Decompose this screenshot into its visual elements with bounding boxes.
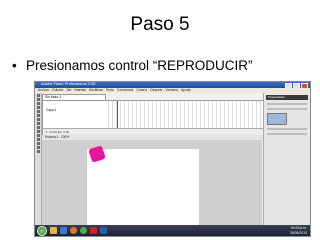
color-swatch[interactable] bbox=[267, 113, 287, 125]
panel-header[interactable]: Propiedades bbox=[266, 95, 308, 100]
menu-ver[interactable]: Ver bbox=[66, 88, 71, 93]
menu-depurar[interactable]: Depurar bbox=[150, 88, 162, 93]
taskbar: 04:33 p.m. 30/06/2013 bbox=[35, 225, 310, 236]
stage[interactable] bbox=[87, 149, 199, 225]
selection-tool-icon[interactable] bbox=[36, 94, 40, 97]
slide-title: Paso 5 bbox=[130, 14, 190, 35]
window-title: Adobe Flash Professional CS5 bbox=[41, 81, 96, 86]
frame-grid[interactable] bbox=[105, 101, 263, 129]
flash-screenshot: Adobe Flash Professional CS5 Archivo Edi… bbox=[34, 81, 311, 237]
media-icon[interactable] bbox=[60, 227, 67, 234]
transform-tool-icon[interactable] bbox=[36, 102, 40, 105]
timeline-controls: 1 24.00 fps 0.0s bbox=[43, 128, 263, 135]
frame-rate: 24.00 fps bbox=[49, 130, 62, 134]
menu-control[interactable]: Control bbox=[136, 88, 147, 93]
scene-label[interactable]: Escena 1 bbox=[45, 135, 58, 139]
line-tool-icon[interactable] bbox=[36, 118, 40, 121]
menu-comandos[interactable]: Comandos bbox=[117, 88, 133, 93]
menu-insertar[interactable]: Insertar bbox=[75, 88, 87, 93]
subselect-tool-icon[interactable] bbox=[36, 98, 40, 101]
flash-icon[interactable] bbox=[90, 227, 97, 234]
hand-tool-icon[interactable] bbox=[36, 146, 40, 149]
bullet-item: • Presionamos control “REPRODUCIR” bbox=[12, 58, 253, 73]
zoom-level[interactable]: 100% bbox=[61, 135, 69, 139]
tools-panel bbox=[35, 93, 42, 225]
bucket-tool-icon[interactable] bbox=[36, 134, 40, 137]
rectangle-tool-icon[interactable] bbox=[36, 122, 40, 125]
properties-panel: Propiedades bbox=[263, 93, 310, 225]
menu-ventana[interactable]: Ventana bbox=[166, 88, 178, 93]
menu-edicion[interactable]: Edición bbox=[52, 88, 63, 93]
pen-tool-icon[interactable] bbox=[36, 110, 40, 113]
menu-modificar[interactable]: Modificar bbox=[89, 88, 103, 93]
explorer-icon[interactable] bbox=[50, 227, 57, 234]
workspace bbox=[42, 140, 262, 225]
start-orb-icon[interactable] bbox=[37, 225, 47, 236]
bullet-text: Presionamos control “REPRODUCIR” bbox=[26, 58, 253, 73]
current-frame: 1 bbox=[46, 130, 48, 134]
firefox-icon[interactable] bbox=[70, 227, 77, 234]
eraser-tool-icon[interactable] bbox=[36, 142, 40, 145]
chrome-icon[interactable] bbox=[80, 227, 87, 234]
lasso-tool-icon[interactable] bbox=[36, 106, 40, 109]
clock-time: 04:33 p.m. bbox=[290, 226, 307, 230]
menu-texto[interactable]: Texto bbox=[106, 88, 114, 93]
text-tool-icon[interactable] bbox=[36, 114, 40, 117]
bullet-dot: • bbox=[12, 58, 17, 73]
timeline-panel: Capa 1 1 24.00 fps 0.0s bbox=[42, 100, 264, 136]
brush-tool-icon[interactable] bbox=[36, 130, 40, 133]
elapsed-time: 0.0s bbox=[63, 130, 70, 134]
layer-row[interactable]: Capa 1 bbox=[43, 108, 106, 112]
clock[interactable]: 04:33 p.m. 30/06/2013 bbox=[290, 226, 307, 235]
word-icon[interactable] bbox=[100, 227, 107, 234]
zoom-tool-icon[interactable] bbox=[36, 150, 40, 153]
menu-ayuda[interactable]: Ayuda bbox=[181, 88, 191, 93]
eyedropper-tool-icon[interactable] bbox=[36, 138, 40, 141]
pencil-tool-icon[interactable] bbox=[36, 126, 40, 129]
clock-date: 30/06/2013 bbox=[290, 230, 307, 235]
